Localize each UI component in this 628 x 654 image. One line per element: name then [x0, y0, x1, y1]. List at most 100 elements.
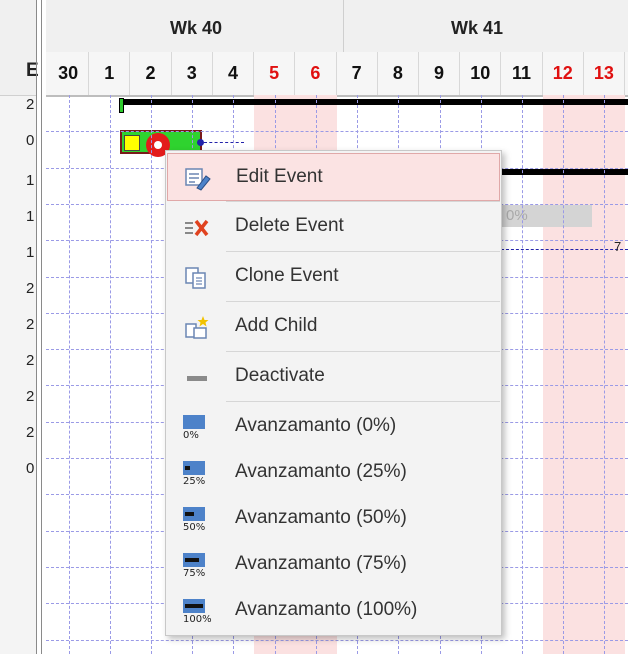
progress-50-icon: 50%: [183, 507, 211, 533]
progress-label: 0%: [506, 207, 528, 224]
day-header-cell: 7: [337, 52, 378, 95]
grid-vline: [563, 95, 565, 654]
grid-vline: [522, 95, 523, 654]
grid-vline: [68, 95, 70, 654]
left-cell: 2: [26, 280, 35, 297]
left-cell: 2: [26, 388, 35, 405]
progress-icon-bar: [183, 507, 205, 521]
summary-bar[interactable]: [123, 99, 628, 105]
menu-item-label: Deactivate: [235, 365, 325, 386]
link-label: 7: [614, 239, 622, 254]
menu-item-progress-50[interactable]: 50% Avanzamanto (50%): [167, 495, 500, 543]
progress-icon-bar: [183, 415, 205, 429]
progress-icon-fill: [185, 466, 190, 470]
day-header-cell: 30: [48, 52, 90, 95]
week-label: Wk 41: [451, 18, 504, 38]
grid-hline: [46, 131, 628, 133]
menu-item-label: Delete Event: [235, 215, 344, 236]
left-cell: 2: [26, 352, 35, 369]
progress-icon-bar: [183, 461, 205, 475]
menu-item-edit-event[interactable]: Edit Event: [167, 153, 500, 201]
day-header-cell: 10: [460, 52, 502, 95]
progress-icon-fill: [185, 604, 203, 608]
clone-event-icon: [183, 265, 211, 291]
left-cell: 1: [26, 208, 35, 225]
dependency-link: [204, 142, 244, 143]
summary-bar[interactable]: [501, 169, 628, 175]
menu-item-label: Avanzamanto (0%): [235, 415, 397, 436]
day-header-cell: 9: [419, 52, 461, 95]
edit-event-icon: [184, 166, 212, 192]
menu-item-progress-75[interactable]: 75% Avanzamanto (75%): [167, 541, 500, 589]
link-anchor-icon[interactable]: [197, 139, 204, 146]
day-header-cell: 12: [543, 52, 584, 95]
menu-item-clone-event[interactable]: Clone Event: [167, 253, 500, 301]
week-separator: [343, 0, 344, 52]
left-cell: 1: [26, 244, 35, 261]
progress-icon-text: 100%: [183, 614, 212, 625]
menu-item-label: Avanzamanto (25%): [235, 461, 407, 482]
menu-item-label: Add Child: [235, 315, 318, 336]
progress-icon-fill: [185, 512, 194, 516]
day-header-cell: 3: [172, 52, 213, 95]
week-label: Wk 40: [170, 18, 223, 38]
left-cell: 0: [26, 460, 35, 477]
menu-separator: [226, 251, 500, 252]
menu-item-deactivate[interactable]: Deactivate: [167, 353, 500, 401]
left-cell: 0: [26, 132, 35, 149]
context-menu: Edit Event Delete Event Clone Event Add …: [165, 150, 502, 636]
day-header-cell: 8: [378, 52, 419, 95]
progress-75-icon: 75%: [183, 553, 211, 579]
progress-icon-bar: [183, 553, 205, 567]
progress-icon-text: 75%: [183, 568, 206, 579]
menu-item-label: Clone Event: [235, 265, 339, 286]
deactivate-icon: [183, 365, 211, 391]
splitter-line[interactable]: [36, 0, 37, 654]
grid-vline: [604, 95, 606, 654]
left-cell: 2: [26, 424, 35, 441]
left-cell: 1: [26, 172, 35, 189]
progress-icon-text: 0%: [183, 430, 199, 441]
menu-separator: [226, 401, 500, 402]
day-header-cell: 6: [295, 52, 337, 95]
day-header-cell: 2: [130, 52, 172, 95]
menu-item-progress-100[interactable]: 100% Avanzamanto (100%): [167, 587, 500, 635]
day-header-row: 30 1 2 3 4 5 6 7 8 9 10 11 12 13: [46, 52, 628, 97]
left-grid-column: E 2 0 1 1 1 2 2 2 2 2 0: [0, 0, 39, 654]
menu-item-label: Avanzamanto (75%): [235, 553, 407, 574]
menu-separator: [226, 351, 500, 352]
grid-vline: [109, 95, 111, 654]
week-header-row: Wk 40 Wk 41: [46, 0, 628, 53]
left-column-header: E: [0, 0, 39, 96]
grid-hline: [46, 639, 628, 641]
day-header-cell: 1: [89, 52, 131, 95]
left-cell: 2: [26, 316, 35, 333]
dependency-link: [501, 249, 628, 250]
task-start-marker: [124, 135, 140, 151]
progress-0-icon: 0%: [183, 415, 211, 441]
day-header-cell: 13: [584, 52, 626, 95]
progress-100-icon: 100%: [183, 599, 212, 625]
add-child-icon: [183, 315, 211, 341]
menu-item-add-child[interactable]: Add Child: [167, 303, 500, 351]
day-header-cell: 11: [501, 52, 543, 95]
menu-separator: [226, 201, 500, 202]
menu-item-progress-0[interactable]: 0% Avanzamanto (0%): [167, 403, 500, 451]
grid-vline: [151, 95, 153, 654]
progress-icon-bar: [183, 599, 205, 613]
menu-separator: [226, 301, 500, 302]
day-header-cell: 4: [213, 52, 255, 95]
menu-item-label: Avanzamanto (50%): [235, 507, 407, 528]
progress-25-icon: 25%: [183, 461, 211, 487]
progress-icon-fill: [185, 558, 199, 562]
menu-item-progress-25[interactable]: 25% Avanzamanto (25%): [167, 449, 500, 497]
progress-icon-text: 25%: [183, 476, 206, 487]
delete-event-icon: [183, 215, 211, 241]
menu-item-label: Avanzamanto (100%): [235, 599, 418, 620]
splitter-line[interactable]: [41, 0, 42, 654]
day-header-cell: 5: [254, 52, 296, 95]
progress-icon-text: 50%: [183, 522, 206, 533]
menu-item-delete-event[interactable]: Delete Event: [167, 203, 500, 251]
menu-item-label: Edit Event: [236, 166, 323, 187]
left-cell: 2: [26, 96, 35, 113]
